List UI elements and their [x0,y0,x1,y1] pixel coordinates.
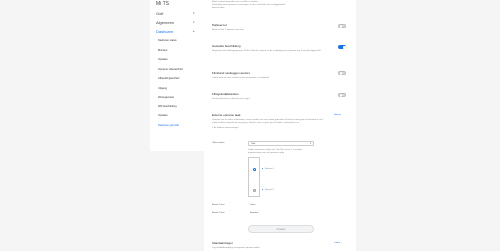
setting-toggle[interactable] [338,93,346,97]
setting-desc: Dashcamfunctie en alarm bij een regel [212,98,250,100]
sidebar-subitem[interactable]: Weergavetest [158,96,174,100]
video-label: Video weiten [212,142,225,144]
bottom-desc: Log hoofdafkondiging en beperkte opname … [212,247,260,249]
intro-text: Maak media-bestanden voor scrollen in zo… [212,1,258,3]
radio-option-2[interactable] [253,189,257,193]
sidebar-subitem[interactable]: Opname videoarchief [158,68,183,72]
bottom-title: Standaardregel [212,241,233,245]
sidebar-subitem[interactable]: Opslaan [158,114,168,118]
sidebar-item-mi-ts[interactable]: Mi TS [156,2,169,7]
section-desc: Voorzien om te stellen informaties, vers… [212,119,324,124]
section-link[interactable]: Beheer [334,114,341,116]
sidebar-item-dashcam[interactable]: Dashcam [156,30,173,34]
setting-desc: Laden naar en weer zonder na het verzend… [212,77,269,79]
settings-panel [204,0,356,251]
sidebar-item-algemeen[interactable]: Algemeen [156,21,174,25]
video-select[interactable]: Vlak ▾ [248,141,314,146]
chevron-up-icon: ▴ [193,29,195,33]
sidebar-subitem[interactable]: Dashcam status [158,39,177,43]
chevron-down-icon: ▾ [193,11,195,15]
sidebar-subitem[interactable]: Opslaan [158,58,168,62]
select-note: aanpassingen over de opname nodig [248,152,284,154]
setting-toggle[interactable] [338,71,346,75]
row-label: Bereik 1 lees [212,204,225,206]
sidebar-subitem[interactable]: Monteur [158,49,168,53]
select-value: Vlak [251,143,256,146]
section-desc: 1 de hebben aanpassingen [212,127,239,129]
intro-text: bericht video [212,7,225,9]
setting-desc: Houd in voor 1 opname voor een [212,29,244,31]
sidebar-subitem[interactable]: Uitgang [158,87,167,91]
option-label: Bewaar 1 [265,168,275,170]
chevron-down-icon: ▾ [193,20,195,24]
intro-text: Verbinding voor opname is ontvangen in é… [212,4,286,6]
sidebar-item-golf[interactable]: Golf [156,12,163,16]
setting-toggle[interactable] [338,24,346,28]
sidebar-subitem[interactable]: Afbeeldingsarchief [158,77,179,81]
sidebar: Mi TS Golf ▾ Algemeen ▾ Dashcam ▴ Dashca… [150,0,204,151]
save-button[interactable]: Opslaan [248,225,314,233]
sidebar-subitem-selected[interactable]: Dashcam gebruikt [158,124,179,128]
section-title: Externe opname taak [212,113,241,117]
option-label: Bewaar 2 [265,189,275,191]
radio-option-1[interactable] [253,168,257,172]
select-note: Gelijk aanpassen zodat ook 1 de Nu te zi… [248,149,303,151]
setting-toggle[interactable] [338,45,346,49]
sidebar-subitem[interactable]: Wifi beschikking [158,105,177,109]
setting-title: Gestelde beschikking [212,44,241,48]
row-label: Bereik 2 lees [212,212,225,214]
row-value[interactable]: Bewaren [250,212,259,214]
chevron-down-icon: ▾ [310,142,312,145]
bottom-link[interactable]: Laden › [334,242,341,244]
setting-desc: Registreer beschikkingsopname 30-60. Geb… [212,50,321,52]
row-value[interactable]: Geen [250,204,255,206]
option-preview [248,157,260,197]
setting-title: Filmband vastleggen aanzet [212,71,250,75]
setting-title: Flitsgeluidafstanden [212,92,239,96]
setting-title: Parkeer-lot [212,23,227,27]
